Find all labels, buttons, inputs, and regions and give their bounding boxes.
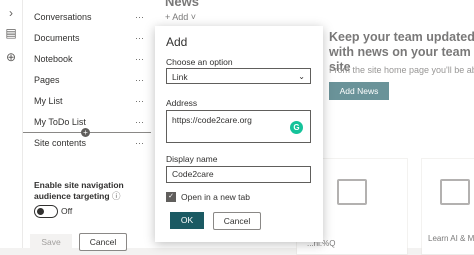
choose-option-label: Choose an option xyxy=(166,57,233,67)
more-icon[interactable]: ··· xyxy=(135,54,144,64)
display-name-field[interactable]: Code2care xyxy=(166,166,311,183)
more-icon[interactable]: ··· xyxy=(135,12,144,22)
chevron-icon[interactable]: › xyxy=(4,6,18,20)
display-name-value: Code2care xyxy=(172,169,214,179)
add-link-dialog: Add Choose an option Link ⌄ Address http… xyxy=(155,26,323,242)
more-icon[interactable]: ··· xyxy=(135,117,144,127)
insert-link-plus-icon[interactable]: + xyxy=(81,128,90,137)
add-circle-icon[interactable]: ⊕ xyxy=(4,50,18,64)
audience-targeting-label: Enable site navigation audience targetin… xyxy=(34,180,124,201)
ok-button[interactable]: OK xyxy=(170,212,204,229)
info-icon[interactable]: ⓘ xyxy=(112,191,121,201)
toggle-state-label: Off xyxy=(61,206,73,216)
more-icon[interactable]: ··· xyxy=(135,138,144,148)
nav-item-notebook[interactable]: Notebook xyxy=(34,54,73,64)
new-tab-checkbox[interactable]: ✓ xyxy=(166,192,176,202)
chevron-down-icon: ⌄ xyxy=(298,72,305,81)
new-tab-label[interactable]: Open in a new tab xyxy=(181,192,250,202)
address-value: https://code2care.org xyxy=(172,115,252,125)
audience-targeting-toggle[interactable] xyxy=(34,205,58,218)
option-select[interactable]: Link ⌄ xyxy=(166,68,311,84)
more-icon[interactable]: ··· xyxy=(135,33,144,43)
app-rail: › ▤ ⊕ xyxy=(0,0,23,248)
navigation-edit-panel: Conversations ··· Documents ··· Notebook… xyxy=(23,0,151,251)
nav-item-conversations[interactable]: Conversations xyxy=(34,12,92,22)
nav-item-my-todo-list[interactable]: My ToDo List xyxy=(34,117,86,127)
pages-icon[interactable]: ▤ xyxy=(4,26,18,40)
cancel-button[interactable]: Cancel xyxy=(213,212,261,230)
nav-item-my-list[interactable]: My List xyxy=(34,96,63,106)
display-name-label: Display name xyxy=(166,154,218,164)
toggle-knob xyxy=(37,208,44,215)
address-label: Address xyxy=(166,98,198,108)
more-icon[interactable]: ··· xyxy=(135,75,144,85)
nav-item-documents[interactable]: Documents xyxy=(34,33,80,43)
more-icon[interactable]: ··· xyxy=(135,96,144,106)
option-select-value: Link xyxy=(172,72,188,82)
grammarly-icon[interactable]: G xyxy=(290,121,303,134)
cancel-navigation-button[interactable]: Cancel xyxy=(79,233,127,251)
nav-item-site-contents[interactable]: Site contents xyxy=(34,138,86,148)
nav-item-pages[interactable]: Pages xyxy=(34,75,60,85)
dialog-title: Add xyxy=(166,35,188,49)
